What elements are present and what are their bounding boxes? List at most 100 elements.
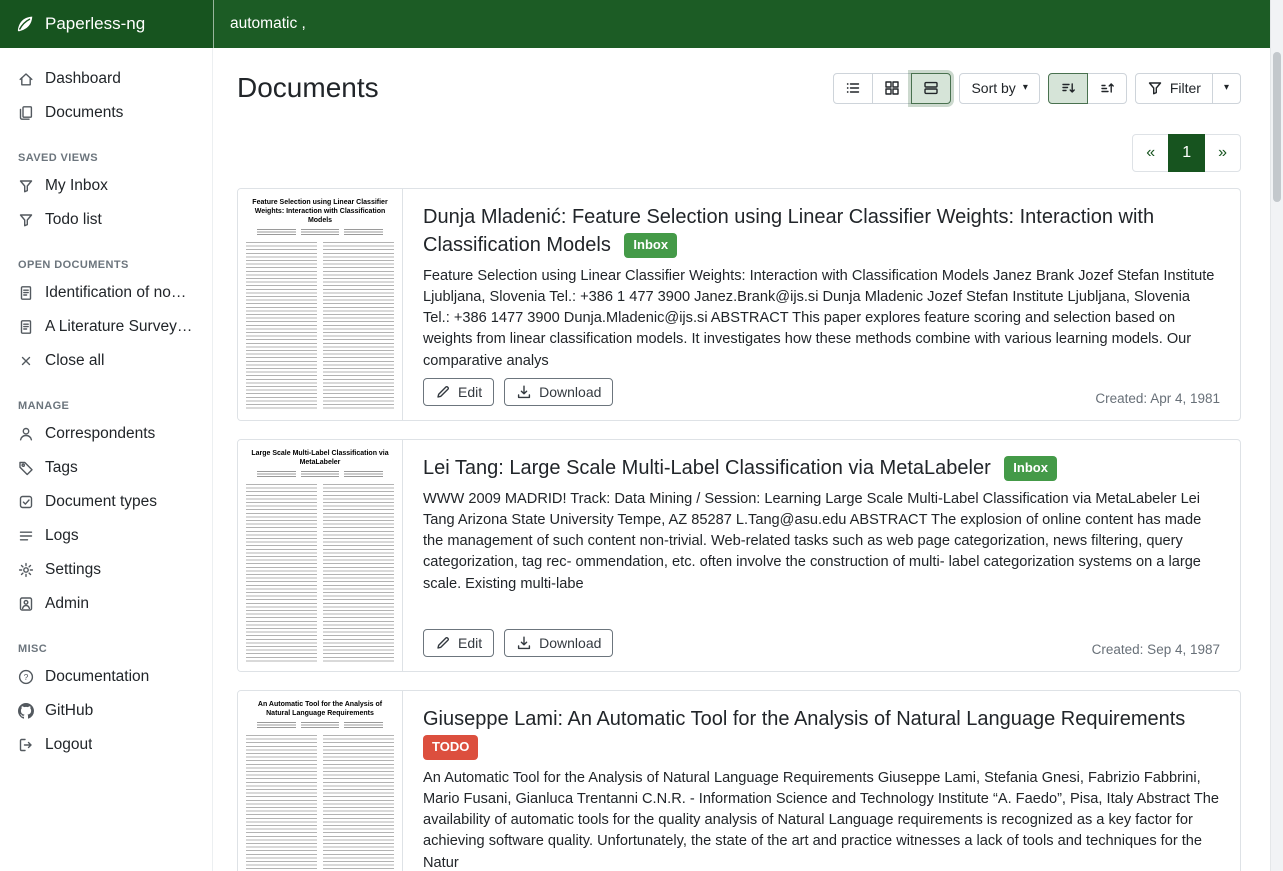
thumbnail-page: An Automatic Tool for the Analysis of Na… <box>246 700 394 871</box>
sidebar-item-todo-list[interactable]: Todo list <box>0 203 212 237</box>
sidebar-item-close-all[interactable]: Close all <box>0 344 212 378</box>
sidebar-item-correspondents[interactable]: Correspondents <box>0 417 212 451</box>
tag-icon <box>18 460 34 476</box>
download-label: Download <box>539 635 601 651</box>
document-thumbnail[interactable]: Large Scale Multi-Label Classification v… <box>238 440 403 671</box>
sidebar-item-documentation[interactable]: ? Documentation <box>0 660 212 694</box>
document-thumbnail[interactable]: Feature Selection using Linear Classifie… <box>238 189 403 420</box>
sidebar-section-open-documents: OPEN DOCUMENTS <box>0 237 212 276</box>
sort-direction-group <box>1048 73 1127 104</box>
sidebar-item-label: Documents <box>45 104 123 122</box>
brand-home-link[interactable]: Paperless-ng <box>0 0 213 48</box>
sidebar-item-documents[interactable]: Documents <box>0 96 212 130</box>
gear-icon <box>18 562 34 578</box>
pagination-page-1[interactable]: 1 <box>1168 134 1205 172</box>
sidebar-item-label: Document types <box>45 493 157 511</box>
sidebar-item-label: GitHub <box>45 702 93 720</box>
download-icon <box>516 635 532 651</box>
sidebar-item-dashboard[interactable]: Dashboard <box>0 62 212 96</box>
thumbnail-text-columns <box>246 242 394 411</box>
tag-badge[interactable]: TODO <box>423 735 478 760</box>
document-card-body: Lei Tang: Large Scale Multi-Label Classi… <box>403 440 1240 671</box>
document-thumbnail[interactable]: An Automatic Tool for the Analysis of Na… <box>238 691 403 871</box>
main-content: Documents Sort by ▾ <box>213 48 1283 871</box>
tag-badge[interactable]: Inbox <box>624 233 677 258</box>
thumbnail-authors <box>246 722 394 729</box>
document-card: Feature Selection using Linear Classifie… <box>237 188 1241 421</box>
pagination-next-button[interactable]: » <box>1204 134 1241 172</box>
document-card-body: Dunja Mladenić: Feature Selection using … <box>403 189 1240 420</box>
thumbnail-authors <box>246 471 394 478</box>
document-title[interactable]: Dunja Mladenić: Feature Selection using … <box>423 206 1154 256</box>
thumbnail-authors <box>246 229 394 236</box>
created-date: Created: Sep 4, 1987 <box>1092 642 1220 657</box>
sidebar-item-document-types[interactable]: Document types <box>0 485 212 519</box>
document-title-link[interactable]: Giuseppe Lami: An Automatic Tool for the… <box>423 705 1220 761</box>
sidebar-section-manage: MANAGE <box>0 378 212 417</box>
created-date: Created: Apr 4, 1981 <box>1095 391 1220 406</box>
thumbnail-title: Feature Selection using Linear Classifie… <box>246 198 394 225</box>
document-excerpt: WWW 2009 MADRID! Track: Data Mining / Se… <box>423 489 1220 595</box>
sidebar-item-logs[interactable]: Logs <box>0 519 212 553</box>
grid-view-icon <box>884 80 900 96</box>
sidebar-item-label: Logout <box>45 736 92 754</box>
file-text-icon <box>18 319 34 335</box>
download-button[interactable]: Download <box>504 378 613 406</box>
details-view-icon <box>923 80 939 96</box>
scrollbar-thumb[interactable] <box>1273 52 1281 202</box>
sidebar-item-admin[interactable]: Admin <box>0 587 212 621</box>
sort-ascending-button[interactable] <box>1087 73 1127 104</box>
sidebar-item-settings[interactable]: Settings <box>0 553 212 587</box>
view-grid-button[interactable] <box>872 73 912 104</box>
document-card-body: Giuseppe Lami: An Automatic Tool for the… <box>403 691 1240 871</box>
scrollbar[interactable] <box>1270 0 1283 871</box>
sidebar-item-label: Close all <box>45 352 104 370</box>
global-search-input[interactable] <box>214 0 1283 48</box>
pagination-prev-button[interactable]: « <box>1132 134 1169 172</box>
caret-down-icon: ▾ <box>1023 83 1028 93</box>
edit-button[interactable]: Edit <box>423 378 494 406</box>
filter-group: Filter ▾ <box>1135 73 1241 104</box>
filter-dropdown-button[interactable]: ▾ <box>1212 73 1241 104</box>
thumbnail-text-columns <box>246 735 394 871</box>
document-title-link[interactable]: Dunja Mladenić: Feature Selection using … <box>423 203 1220 259</box>
sidebar-item-tags[interactable]: Tags <box>0 451 212 485</box>
sidebar-item-my-inbox[interactable]: My Inbox <box>0 169 212 203</box>
pagination: « 1 » <box>237 134 1241 172</box>
thumbnail-title: Large Scale Multi-Label Classification v… <box>246 449 394 467</box>
sidebar-item-github[interactable]: GitHub <box>0 694 212 728</box>
paperless-logo-icon <box>15 14 35 34</box>
top-navbar: Paperless-ng <box>0 0 1283 48</box>
view-table-button[interactable] <box>833 73 873 104</box>
documents-header-row: Documents Sort by ▾ <box>237 72 1241 104</box>
sidebar-item-logout[interactable]: Logout <box>0 728 212 762</box>
thumbnail-page: Large Scale Multi-Label Classification v… <box>246 449 394 662</box>
view-details-button[interactable] <box>911 73 951 104</box>
sort-by-button[interactable]: Sort by ▾ <box>959 73 1039 104</box>
question-circle-icon: ? <box>18 669 34 685</box>
tag-badge[interactable]: Inbox <box>1004 456 1057 481</box>
sidebar-item-label: Identification of non-fu... <box>45 284 194 302</box>
list-icon <box>18 528 34 544</box>
sidebar-item-label: Todo list <box>45 211 102 229</box>
sidebar-item-open-document-1[interactable]: Identification of non-fu... <box>0 276 212 310</box>
document-title[interactable]: Lei Tang: Large Scale Multi-Label Classi… <box>423 457 991 479</box>
sidebar-item-label: Correspondents <box>45 425 155 443</box>
document-title-link[interactable]: Lei Tang: Large Scale Multi-Label Classi… <box>423 454 1220 482</box>
sidebar-item-open-document-2[interactable]: A Literature Survey on ... <box>0 310 212 344</box>
edit-button[interactable]: Edit <box>423 629 494 657</box>
sort-descending-button[interactable] <box>1048 73 1088 104</box>
check-square-icon <box>18 494 34 510</box>
funnel-icon <box>18 212 34 228</box>
funnel-icon <box>1147 80 1163 96</box>
thumbnail-text-columns <box>246 484 394 662</box>
document-actions: Edit Download <box>423 378 613 406</box>
github-icon <box>18 703 34 719</box>
document-list: Feature Selection using Linear Classifie… <box>237 188 1241 871</box>
document-card: An Automatic Tool for the Analysis of Na… <box>237 690 1241 871</box>
sidebar-item-label: My Inbox <box>45 177 108 195</box>
document-title[interactable]: Giuseppe Lami: An Automatic Tool for the… <box>423 708 1185 730</box>
filter-button[interactable]: Filter <box>1135 73 1213 104</box>
edit-label: Edit <box>458 635 482 651</box>
download-button[interactable]: Download <box>504 629 613 657</box>
